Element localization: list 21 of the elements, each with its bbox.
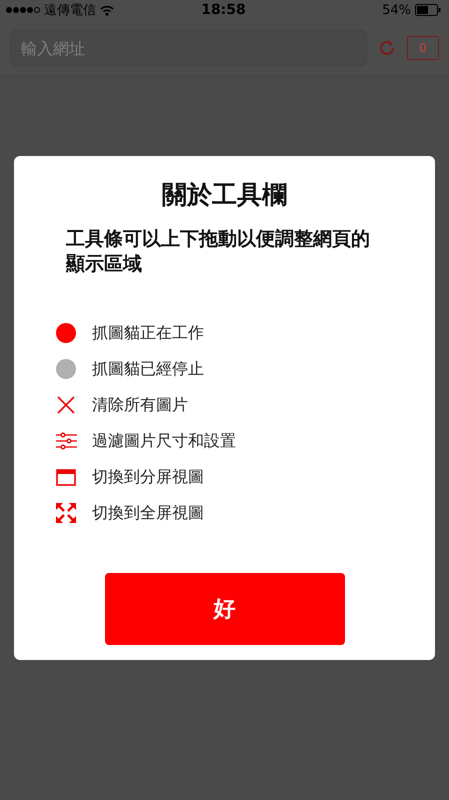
window-icon xyxy=(56,468,76,486)
close-icon xyxy=(56,395,76,415)
address-field[interactable]: 輸入網址 xyxy=(10,30,367,66)
legend-label: 切換到全屏視圖 xyxy=(92,502,204,524)
wifi-icon xyxy=(100,4,114,16)
carrier-name: 遠傳電信 xyxy=(44,2,96,19)
ok-button[interactable]: 好 xyxy=(104,573,344,645)
dialog-title: 關於工具欄 xyxy=(161,179,288,211)
battery-icon xyxy=(414,4,441,16)
legend-label: 過濾圖片尺寸和設置 xyxy=(92,430,236,452)
sliders-icon xyxy=(55,432,77,450)
legend-label: 抓圖貓已經停止 xyxy=(92,358,204,380)
clock-time: 18:58 xyxy=(201,2,246,18)
battery-percent: 54% xyxy=(382,2,411,18)
refresh-icon[interactable] xyxy=(377,38,397,58)
legend-label: 抓圖貓正在工作 xyxy=(92,322,204,344)
legend-label: 清除所有圖片 xyxy=(92,394,188,416)
expand-icon xyxy=(55,502,77,524)
dialog-message: 工具條可以上下拖動以便調整網頁的顯示區域 xyxy=(66,227,371,277)
legend-label: 切換到分屏視圖 xyxy=(92,466,204,488)
signal-icon xyxy=(6,6,40,14)
